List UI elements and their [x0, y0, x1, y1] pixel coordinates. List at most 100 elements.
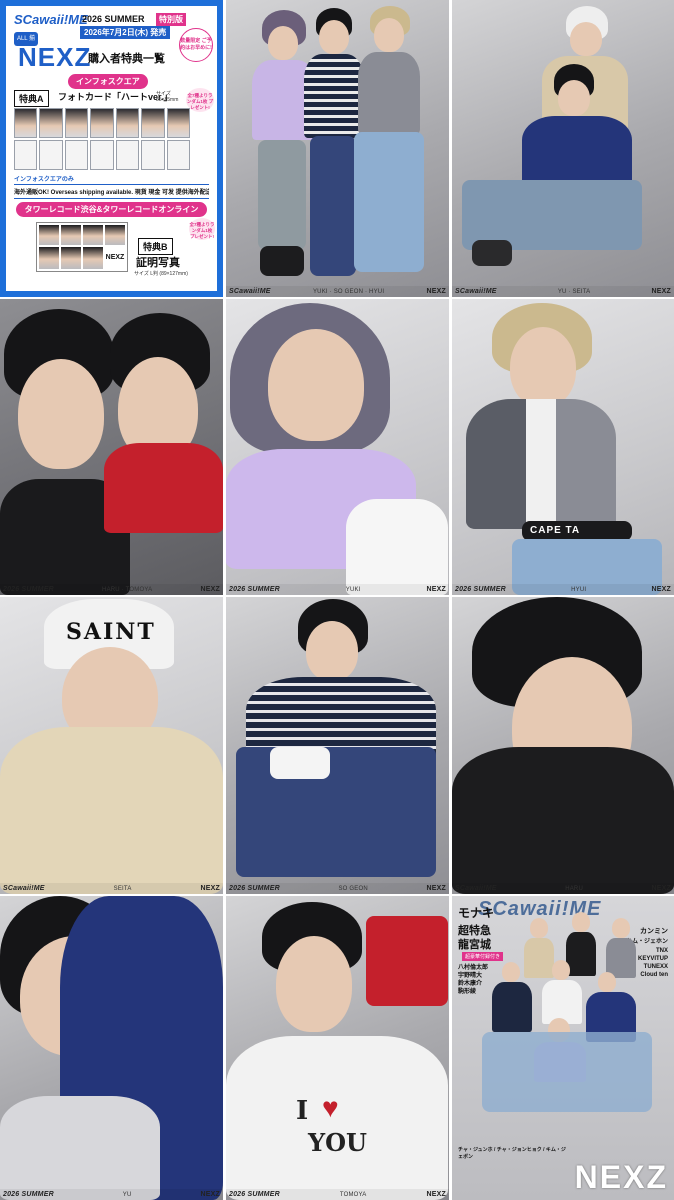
- random-badge-b: 全7種よりランダム1枚 プレゼント!: [189, 218, 215, 240]
- id-photo: [39, 247, 59, 269]
- group-tag: NEXZ: [651, 288, 671, 295]
- member-names: SEITA: [113, 885, 132, 892]
- photo-collage: SCawaii!ME 2026 SUMMER 特別版 2026年7月2日(木) …: [0, 0, 674, 1200]
- photo-fur-hat[interactable]: 2026 SUMMER YUKI NEXZ: [226, 299, 449, 595]
- limited-quantity-badge: 数量限定 ご予約はお早めに!: [179, 28, 213, 62]
- group-tag: NEXZ: [426, 1191, 446, 1198]
- id-photo: [39, 225, 59, 245]
- group-tag: NEXZ: [426, 885, 446, 892]
- cover-group-logo: NEXZ: [574, 1159, 668, 1195]
- id-photo-logo: NEXZ: [105, 247, 125, 269]
- shirt-text-you: YOU: [308, 1128, 367, 1157]
- shirt-text-i: I: [296, 1096, 309, 1126]
- group-logo: NEXZ: [18, 42, 92, 72]
- member-figure: [462, 60, 662, 280]
- id-photo: [61, 225, 81, 245]
- photocard: [166, 108, 190, 138]
- caption-bar: SCawaii!ME YUKI · SO GEON · HYUI NEXZ: [226, 286, 449, 297]
- id-photo: [83, 225, 103, 245]
- group-tag: NEXZ: [651, 586, 671, 593]
- magazine-brand: 2026 SUMMER: [455, 586, 506, 593]
- promo-panel: SCawaii!ME 2026 SUMMER 特別版 2026年7月2日(木) …: [6, 6, 217, 291]
- caption-bar: 2026 SUMMER HYUI NEXZ: [452, 584, 674, 595]
- group-tag: NEXZ: [426, 288, 446, 295]
- photocard-back: [166, 140, 190, 170]
- group-tag: NEXZ: [200, 1191, 220, 1198]
- store-label-infosquare: インフォスクエア: [68, 74, 148, 89]
- caption-bar: SCawaii!ME HARU NEXZ: [452, 883, 674, 894]
- member-names: YUKI · SO GEON · HYUI: [312, 288, 385, 295]
- random-badge-a: 全7種よりランダム1枚 プレゼント!: [186, 88, 214, 112]
- caption-bar: 2026 SUMMER TOMOYA NEXZ: [226, 1189, 449, 1200]
- photocard-back: [141, 140, 165, 170]
- benefits-title: 購入者特典一覧: [88, 53, 165, 65]
- magazine-brand: SCawaii!ME: [3, 885, 45, 892]
- store-note: インフォスクエアのみ: [14, 177, 74, 183]
- photocard-back: [39, 140, 63, 170]
- special-edition-badge: 特別版: [156, 13, 186, 26]
- photo-duo-sitting[interactable]: SCawaii!ME YU · SEITA NEXZ: [452, 0, 674, 297]
- group-tag: NEXZ: [200, 586, 220, 593]
- beanie-text: SAINT: [66, 619, 156, 645]
- promo-flyer[interactable]: SCawaii!ME 2026 SUMMER 特別版 2026年7月2日(木) …: [0, 0, 223, 297]
- member-figure: [226, 299, 448, 595]
- photocard-back: [90, 140, 114, 170]
- member-names: HYUI: [571, 586, 587, 593]
- member-names: YU · SEITA: [557, 288, 591, 295]
- issue-label: 2026 SUMMER: [82, 14, 145, 24]
- id-photo: [105, 225, 125, 245]
- caption-bar: SCawaii!ME SEITA NEXZ: [0, 883, 223, 894]
- magazine-brand: 2026 SUMMER: [229, 586, 280, 593]
- magazine-brand: SCawaii!ME: [455, 288, 497, 295]
- photocard: [14, 108, 38, 138]
- id-photo: [61, 247, 81, 269]
- magazine-brand: SCawaii!ME: [455, 885, 497, 892]
- magazine-brand: 2026 SUMMER: [3, 1191, 54, 1198]
- photo-goggles-shirt[interactable]: I ♥ YOU 2026 SUMMER TOMOYA NEXZ: [226, 896, 449, 1200]
- release-date: 2026年7月2日(木) 発売: [80, 26, 171, 39]
- photocard-size: サイズ 55×85mm: [156, 91, 179, 103]
- member-names: HARU · TOMOYA: [102, 586, 153, 593]
- photo-group-three[interactable]: SCawaii!ME YUKI · SO GEON · HYUI NEXZ: [226, 0, 449, 297]
- photocard: [39, 108, 63, 138]
- member-figure: [226, 597, 448, 894]
- member-figure: [0, 896, 223, 1200]
- photocard: [90, 108, 114, 138]
- magazine-brand: 2026 SUMMER: [229, 885, 280, 892]
- member-names: YU: [122, 1191, 132, 1198]
- photocard-back: [115, 140, 140, 170]
- belt-text: CAPE TA: [530, 525, 581, 536]
- member-names: HARU: [565, 885, 583, 892]
- id-photo-sheet: NEXZ: [36, 222, 128, 272]
- member-figure: [344, 6, 434, 280]
- caption-bar: 2026 SUMMER YU NEXZ: [0, 1189, 223, 1200]
- heart-icon: ♥: [322, 1092, 339, 1123]
- photo-glasses-closeup[interactable]: SCawaii!ME HARU NEXZ: [452, 597, 674, 894]
- photocard-grid: [14, 108, 190, 170]
- magazine-brand: 2026 SUMMER: [3, 586, 54, 593]
- member-figure: [104, 313, 223, 595]
- benefit-b-label: 特典B: [138, 238, 173, 255]
- photo-striped-sitting[interactable]: 2026 SUMMER SO GEON NEXZ: [226, 597, 449, 894]
- photocard-back: [14, 140, 38, 170]
- photo-saint-beanie[interactable]: SAINT SCawaii!ME SEITA NEXZ: [0, 597, 223, 894]
- caption-bar: 2026 SUMMER YUKI NEXZ: [226, 584, 449, 595]
- caption-bar: 2026 SUMMER HARU · TOMOYA NEXZ: [0, 584, 223, 595]
- cover-group-photo: [472, 912, 662, 1152]
- member-names: TOMOYA: [339, 1191, 367, 1198]
- magazine-brand: SCawaii!ME: [229, 288, 271, 295]
- photo-blond-belt[interactable]: CAPE TA 2026 SUMMER HYUI NEXZ: [452, 299, 674, 595]
- shipping-notice: 海外通販OK! Overseas shipping available. 現貨 …: [14, 184, 209, 199]
- magazine-brand: 2026 SUMMER: [229, 1191, 280, 1198]
- magazine-cover[interactable]: SCawaii!ME モナキ 超特急 龍宮城 超豪華付録付き 八村倫太郎 宇野晴…: [452, 896, 674, 1200]
- photocard: [115, 108, 140, 138]
- store-label-tower-records: タワーレコード渋谷&タワーレコードオンライン: [16, 202, 207, 217]
- photo-duo-closeup[interactable]: 2026 SUMMER HARU · TOMOYA NEXZ: [0, 299, 223, 595]
- magazine-logo: SCawaii!ME: [14, 12, 88, 27]
- cover-bottom-names: チャ・ジュンホ / チャ・ジョンヒョク / キム・ジェボン: [458, 1147, 566, 1160]
- group-tag: NEXZ: [651, 885, 671, 892]
- benefit-a-label: 特典A: [14, 90, 49, 107]
- group-tag: NEXZ: [200, 885, 220, 892]
- photo-lying-jacket[interactable]: 2026 SUMMER YU NEXZ: [0, 896, 223, 1200]
- photocard-back: [64, 140, 89, 170]
